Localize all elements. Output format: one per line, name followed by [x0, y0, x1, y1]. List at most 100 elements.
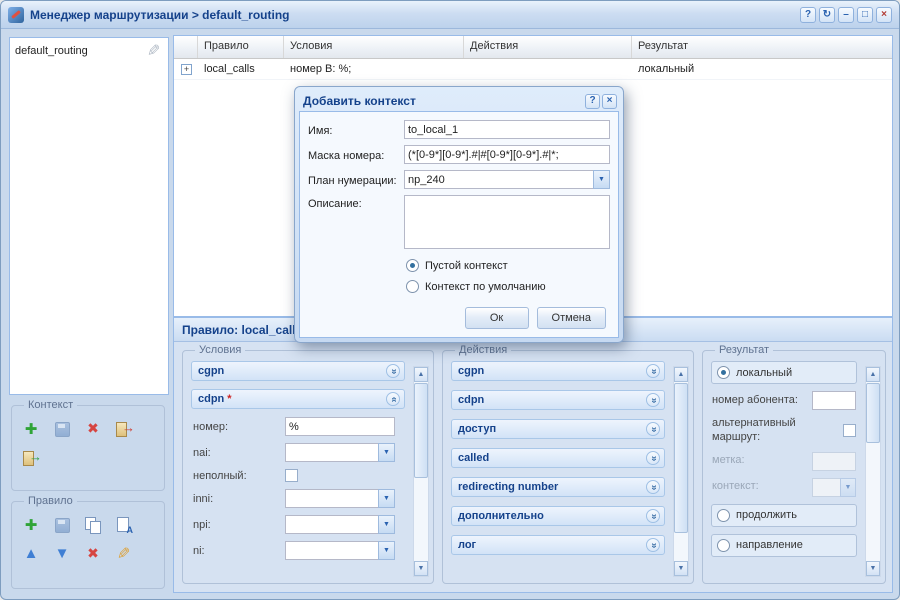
plan-input[interactable]	[404, 170, 593, 189]
double-chevron-down-icon	[648, 369, 658, 374]
chevron-down-icon[interactable]	[378, 443, 395, 462]
collapse-button[interactable]	[386, 392, 400, 406]
result-option-continue[interactable]: продолжить	[711, 504, 857, 527]
chevron-down-icon[interactable]	[840, 478, 856, 497]
scroll-thumb[interactable]	[414, 383, 428, 478]
npi-combobox[interactable]	[285, 515, 395, 534]
npi-input[interactable]	[285, 515, 378, 534]
export-context-icon[interactable]	[115, 420, 133, 438]
expand-button[interactable]	[646, 509, 660, 523]
option-empty-context[interactable]: Пустой контекст	[406, 259, 610, 272]
window-minimize-button[interactable]: –	[838, 7, 854, 23]
window-refresh-button[interactable]: ↻	[819, 7, 835, 23]
radio-default-context[interactable]	[406, 280, 419, 293]
inni-combobox[interactable]	[285, 489, 395, 508]
table-row[interactable]: + local_calls номер B: %; локальный	[174, 59, 892, 80]
move-rule-up-icon[interactable]	[22, 545, 40, 563]
radio-empty-context[interactable]	[406, 259, 419, 272]
radio-local[interactable]	[717, 366, 730, 379]
titlebar: Менеджер маршрутизации > default_routing…	[1, 1, 899, 29]
add-context-icon[interactable]	[22, 420, 40, 438]
scroll-down-icon[interactable]	[866, 561, 880, 576]
copy-rule-rename-icon[interactable]	[115, 516, 133, 534]
column-header-conditions[interactable]: Условия	[284, 36, 464, 58]
number-input[interactable]	[285, 417, 395, 436]
add-rule-icon[interactable]	[22, 516, 40, 534]
expand-button[interactable]	[386, 364, 400, 378]
scroll-up-icon[interactable]	[674, 367, 688, 382]
copy-rule-icon[interactable]	[84, 516, 102, 534]
expand-button[interactable]	[646, 451, 660, 465]
mask-input[interactable]	[404, 145, 610, 164]
nai-input[interactable]	[285, 443, 378, 462]
expand-button[interactable]	[646, 393, 660, 407]
inni-input[interactable]	[285, 489, 378, 508]
subscriber-number-input[interactable]	[812, 391, 856, 410]
scroll-up-icon[interactable]	[414, 367, 428, 382]
chevron-down-icon[interactable]	[378, 515, 395, 534]
chevron-down-icon[interactable]	[378, 489, 395, 508]
edit-rule-icon[interactable]	[115, 545, 133, 563]
section-cgpn[interactable]: cgpn	[191, 361, 405, 381]
chevron-down-icon[interactable]	[593, 170, 610, 189]
double-chevron-down-icon	[648, 456, 658, 461]
scroll-down-icon[interactable]	[414, 561, 428, 576]
scroll-down-icon[interactable]	[674, 561, 688, 576]
section-actions-cgpn[interactable]: cgpn	[451, 361, 665, 381]
scroll-up-icon[interactable]	[866, 367, 880, 382]
result-scrollbar[interactable]	[865, 366, 881, 577]
radio-direction[interactable]	[717, 539, 730, 552]
conditions-scrollbar[interactable]	[413, 366, 429, 577]
radio-continue[interactable]	[717, 509, 730, 522]
option-default-context[interactable]: Контекст по умолчанию	[406, 280, 610, 293]
dialog-close-button[interactable]: ×	[602, 94, 617, 109]
context-input[interactable]	[812, 478, 840, 497]
scroll-thumb[interactable]	[866, 383, 880, 443]
section-actions-called[interactable]: called	[451, 448, 665, 468]
label-input[interactable]	[812, 452, 856, 471]
actions-scrollbar[interactable]	[673, 366, 689, 577]
section-actions-redirecting-number[interactable]: redirecting number	[451, 477, 665, 497]
result-option-direction[interactable]: направление	[711, 534, 857, 557]
plan-combobox[interactable]	[404, 170, 610, 189]
alt-route-checkbox[interactable]	[843, 424, 856, 437]
row-expander[interactable]: +	[181, 64, 192, 75]
chevron-down-icon[interactable]	[378, 541, 395, 560]
section-actions-additional[interactable]: дополнительно	[451, 506, 665, 526]
name-input[interactable]	[404, 120, 610, 139]
expand-button[interactable]	[646, 422, 660, 436]
incomplete-checkbox[interactable]	[285, 469, 298, 482]
section-cdpn[interactable]: cdpn *	[191, 389, 405, 409]
move-rule-down-icon[interactable]	[53, 545, 71, 563]
ni-input[interactable]	[285, 541, 378, 560]
column-header-actions[interactable]: Действия	[464, 36, 632, 58]
delete-rule-icon[interactable]	[84, 545, 102, 563]
section-actions-log[interactable]: лог	[451, 535, 665, 555]
section-actions-cdpn[interactable]: cdpn	[451, 390, 665, 410]
nai-combobox[interactable]	[285, 443, 395, 462]
ni-combobox[interactable]	[285, 541, 395, 560]
scroll-thumb[interactable]	[674, 383, 688, 533]
description-textarea[interactable]	[404, 195, 610, 249]
window-close-button[interactable]: ×	[876, 7, 892, 23]
result-option-local[interactable]: локальный	[711, 361, 857, 384]
save-context-icon[interactable]	[53, 420, 71, 438]
expand-button[interactable]	[646, 364, 660, 378]
column-header-rule[interactable]: Правило	[198, 36, 284, 58]
save-rule-icon[interactable]	[53, 516, 71, 534]
routing-list-item[interactable]: default_routing	[10, 38, 168, 64]
section-actions-access[interactable]: доступ	[451, 419, 665, 439]
dialog-help-button[interactable]: ?	[585, 94, 600, 109]
expand-button[interactable]	[646, 538, 660, 552]
window-maximize-button[interactable]: □	[857, 7, 873, 23]
edit-routing-icon[interactable]	[145, 42, 163, 60]
delete-context-icon[interactable]	[84, 420, 102, 438]
alt-route-label: альтернативный маршрут:	[712, 417, 839, 445]
column-header-result[interactable]: Результат	[632, 36, 892, 58]
cancel-button[interactable]: Отмена	[537, 307, 606, 329]
ok-button[interactable]: Ок	[465, 307, 529, 329]
context-combobox[interactable]	[812, 478, 856, 497]
window-help-button[interactable]: ?	[800, 7, 816, 23]
expand-button[interactable]	[646, 480, 660, 494]
import-context-icon[interactable]	[22, 449, 40, 467]
